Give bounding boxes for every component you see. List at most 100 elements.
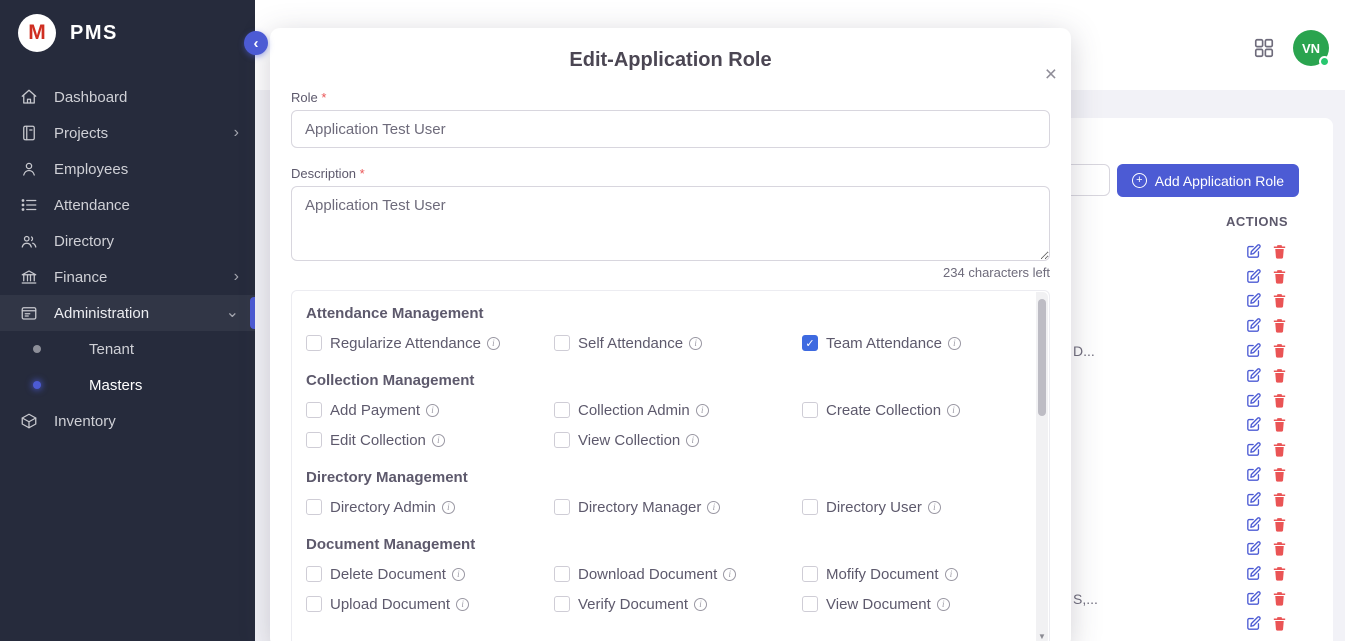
edit-row-button[interactable]: [1245, 416, 1262, 433]
active-indicator: [250, 297, 255, 329]
info-icon[interactable]: i: [452, 568, 465, 581]
edit-row-button[interactable]: [1245, 590, 1262, 607]
sidebar-collapse-button[interactable]: ‹: [244, 31, 268, 55]
directory-icon: [20, 232, 38, 250]
sidebar-item-dashboard[interactable]: Dashboard: [0, 79, 255, 115]
delete-row-button[interactable]: [1271, 565, 1288, 582]
edit-row-button[interactable]: [1245, 392, 1262, 409]
projects-icon: [20, 124, 38, 142]
checkbox-collection-admin[interactable]: [554, 402, 570, 418]
delete-row-button[interactable]: [1271, 615, 1288, 632]
delete-row-button[interactable]: [1271, 441, 1288, 458]
required-mark: *: [360, 166, 365, 181]
delete-row-button[interactable]: [1271, 292, 1288, 309]
delete-row-button[interactable]: [1271, 268, 1288, 285]
info-icon[interactable]: i: [947, 404, 960, 417]
checkbox-delete-document[interactable]: [306, 566, 322, 582]
info-icon[interactable]: i: [694, 598, 707, 611]
sidebar-item-employees[interactable]: Employees: [0, 151, 255, 187]
role-input[interactable]: [291, 110, 1050, 148]
chevron-right-icon: ›: [234, 125, 239, 141]
edit-row-button[interactable]: [1245, 367, 1262, 384]
delete-row-button[interactable]: [1271, 590, 1288, 607]
sidebar-item-tenant[interactable]: Tenant: [0, 331, 255, 367]
edit-row-button[interactable]: [1245, 466, 1262, 483]
checkbox-download-document[interactable]: [554, 566, 570, 582]
checkbox-directory-manager[interactable]: [554, 499, 570, 515]
checkbox-edit-collection[interactable]: [306, 432, 322, 448]
sidebar-item-finance[interactable]: Finance›: [0, 259, 255, 295]
checkbox-verify-document[interactable]: [554, 596, 570, 612]
checkbox-directory-user[interactable]: [802, 499, 818, 515]
info-icon[interactable]: i: [945, 568, 958, 581]
edit-row-button[interactable]: [1245, 540, 1262, 557]
checkbox-upload-document[interactable]: [306, 596, 322, 612]
checkbox-view-collection[interactable]: [554, 432, 570, 448]
permission-view-document: View Documenti: [802, 589, 1050, 619]
permission-directory-admin: Directory Admini: [306, 492, 554, 522]
info-icon[interactable]: i: [707, 501, 720, 514]
delete-row-button[interactable]: [1271, 516, 1288, 533]
edit-row-button[interactable]: [1245, 491, 1262, 508]
info-icon[interactable]: i: [696, 404, 709, 417]
checkbox-create-collection[interactable]: [802, 402, 818, 418]
edit-row-button[interactable]: [1245, 565, 1262, 582]
description-textarea[interactable]: Application Test User: [291, 186, 1050, 261]
scroll-down-arrow-icon[interactable]: ▼: [1036, 633, 1048, 641]
delete-row-button[interactable]: [1271, 342, 1288, 359]
permission-sections: Attendance ManagementRegularize Attendan…: [306, 305, 1015, 619]
plus-icon: +: [1132, 173, 1147, 188]
info-icon[interactable]: i: [928, 501, 941, 514]
sidebar-item-attendance[interactable]: Attendance: [0, 187, 255, 223]
info-icon[interactable]: i: [456, 598, 469, 611]
scrollbar[interactable]: ▼: [1036, 292, 1048, 641]
sidebar-item-masters[interactable]: Masters: [0, 367, 255, 403]
edit-row-button[interactable]: [1245, 615, 1262, 632]
info-icon[interactable]: i: [948, 337, 961, 350]
edit-row-button[interactable]: [1245, 516, 1262, 533]
sidebar-item-administration[interactable]: Administration⌄: [0, 295, 255, 331]
info-icon[interactable]: i: [689, 337, 702, 350]
permission-section-heading: Directory Management: [306, 469, 1015, 486]
edit-row-button[interactable]: [1245, 317, 1262, 334]
checkbox-view-document[interactable]: [802, 596, 818, 612]
edit-row-button[interactable]: [1245, 441, 1262, 458]
edit-row-button[interactable]: [1245, 243, 1262, 260]
close-icon[interactable]: ×: [1045, 64, 1057, 85]
sidebar-item-projects[interactable]: Projects›: [0, 115, 255, 151]
user-avatar[interactable]: VN: [1293, 30, 1329, 66]
delete-row-button[interactable]: [1271, 540, 1288, 557]
edit-row-button[interactable]: [1245, 292, 1262, 309]
delete-row-button[interactable]: [1271, 392, 1288, 409]
info-icon[interactable]: i: [487, 337, 500, 350]
info-icon[interactable]: i: [723, 568, 736, 581]
info-icon[interactable]: i: [426, 404, 439, 417]
delete-row-button[interactable]: [1271, 491, 1288, 508]
checkbox-add-payment[interactable]: [306, 402, 322, 418]
add-application-role-button[interactable]: + Add Application Role: [1117, 164, 1299, 197]
sidebar-item-directory[interactable]: Directory: [0, 223, 255, 259]
info-icon[interactable]: i: [432, 434, 445, 447]
info-icon[interactable]: i: [686, 434, 699, 447]
edit-row-button[interactable]: [1245, 268, 1262, 285]
delete-row-button[interactable]: [1271, 416, 1288, 433]
delete-row-button[interactable]: [1271, 317, 1288, 334]
sidebar-item-inventory[interactable]: Inventory: [0, 403, 255, 439]
scrollbar-thumb[interactable]: [1038, 299, 1046, 416]
checkbox-team-attendance[interactable]: ✓: [802, 335, 818, 351]
sidebar-item-label: Dashboard: [54, 89, 127, 106]
checkbox-self-attendance[interactable]: [554, 335, 570, 351]
edit-row-button[interactable]: [1245, 342, 1262, 359]
permission-self-attendance: Self Attendancei: [554, 328, 802, 358]
delete-row-button[interactable]: [1271, 466, 1288, 483]
checkbox-directory-admin[interactable]: [306, 499, 322, 515]
permission-section-collection-management: Collection ManagementAdd PaymentiCollect…: [306, 372, 1015, 455]
delete-row-button[interactable]: [1271, 367, 1288, 384]
delete-row-button[interactable]: [1271, 243, 1288, 260]
checkbox-mofify-document[interactable]: [802, 566, 818, 582]
info-icon[interactable]: i: [937, 598, 950, 611]
checkbox-regularize-attendance[interactable]: [306, 335, 322, 351]
info-icon[interactable]: i: [442, 501, 455, 514]
administration-icon: [20, 304, 38, 322]
apps-grid-icon[interactable]: [1253, 37, 1275, 59]
